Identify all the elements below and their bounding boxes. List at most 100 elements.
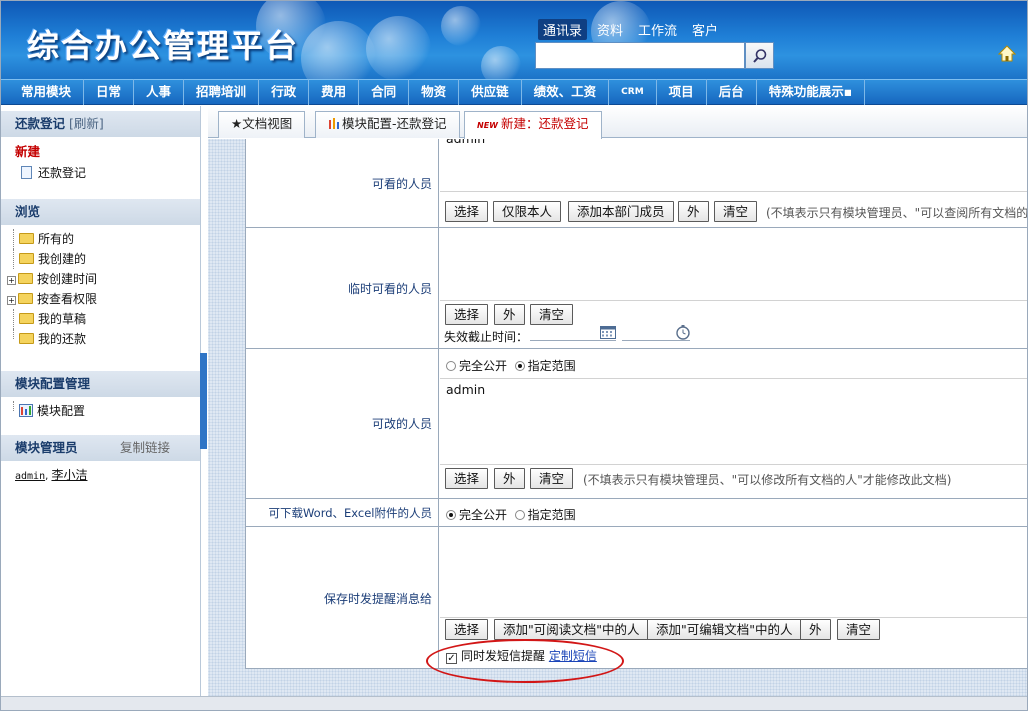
menu-common-modules[interactable]: 常用模块 (9, 79, 85, 105)
folder-icon (19, 233, 34, 244)
row-downloaders: 可下载Word、Excel附件的人员 完全公开 指定范围 (246, 499, 1027, 527)
tree-item-my-repayments[interactable]: 我的还款 (1, 329, 200, 349)
menu-crm[interactable]: CRM (609, 79, 657, 105)
search-button[interactable] (745, 42, 774, 69)
menu-performance-salary[interactable]: 绩效、工资 (522, 79, 610, 105)
clock-icon[interactable] (675, 324, 691, 340)
add-editors-button[interactable]: 添加"可编辑文档"中的人 (647, 619, 802, 640)
row-editors: 可改的人员 完全公开 指定范围 admin 选择 外 清空 (不填表示只有模块管… (246, 349, 1027, 499)
tree-item-all[interactable]: 所有的 (1, 229, 200, 249)
downloaders-radio-group: 完全公开 指定范围 (446, 506, 576, 523)
viewers-value: admin (446, 139, 485, 146)
clear-button[interactable]: 清空 (530, 304, 574, 325)
calendar-icon[interactable] (600, 325, 616, 339)
tree-item-created-by-me[interactable]: 我创建的 (1, 249, 200, 269)
menu-recruitment[interactable]: 招聘培训 (184, 79, 260, 105)
external-button[interactable]: 外 (678, 201, 709, 222)
tab-label: 新建：还款登记 (500, 116, 589, 131)
sidebar-collapse-handle[interactable] (200, 353, 207, 449)
radio-specified[interactable] (514, 361, 525, 371)
row-notify: 保存时发提醒消息给 选择 添加"可阅读文档"中的人 添加"可编辑文档"中的人 外… (246, 527, 1027, 669)
expand-icon[interactable]: + (7, 296, 16, 305)
field-label: 可下载Word、Excel附件的人员 (246, 499, 439, 526)
admins-list: admin, 李小洁 (15, 468, 88, 482)
editors-cell: 完全公开 指定范围 admin 选择 外 清空 (不填表示只有模块管理员、"可以… (440, 349, 1027, 498)
clear-button[interactable]: 清空 (714, 201, 758, 222)
editors-radio-group: 完全公开 指定范围 (446, 357, 576, 374)
decor-bubble (441, 6, 481, 46)
sidebar-item-new-repayment[interactable]: 还款登记 (1, 163, 200, 183)
temp-viewers-cell: 选择 外 清空 失效截止时间： (440, 228, 1027, 348)
add-department-button[interactable]: 添加本部门成员 (568, 201, 674, 222)
radio-label: 完全公开 (459, 359, 508, 373)
row-viewers: 可看的人员 admin 选择 仅限本人 添加本部门成员 外 清空 (不填表示只有… (246, 139, 1027, 228)
browse-section-header: 浏览 (1, 199, 200, 225)
editors-value: admin (446, 382, 486, 397)
top-nav-customers[interactable]: 客户 (687, 19, 723, 40)
clear-button[interactable]: 清空 (530, 468, 574, 489)
copy-link[interactable]: 复制链接 (120, 435, 170, 461)
radio-specified[interactable] (514, 510, 525, 520)
menu-supply-chain[interactable]: 供应链 (459, 79, 522, 105)
new-badge: NEW (477, 121, 498, 130)
top-nav-workflow[interactable]: 工作流 (633, 19, 682, 40)
decor-bubble (481, 46, 521, 79)
menu-backend[interactable]: 后台 (707, 79, 757, 105)
tab-document-view[interactable]: ★文档视图 (218, 111, 306, 138)
self-only-button[interactable]: 仅限本人 (493, 201, 562, 222)
module-config-section-header: 模块配置管理 (1, 371, 200, 397)
top-nav-documents[interactable]: 资料 (592, 19, 628, 40)
tab-module-config[interactable]: 模块配置-还款登记 (315, 111, 460, 138)
tree-item-label: 按创建时间 (37, 272, 98, 286)
clear-button[interactable]: 清空 (837, 619, 881, 640)
admin-link[interactable]: 李小洁 (51, 468, 87, 482)
folder-icon (19, 313, 34, 324)
editors-hint: (不填表示只有模块管理员、"可以修改所有文档的人"才能修改此文档) (583, 473, 952, 487)
external-button[interactable]: 外 (800, 619, 831, 640)
menu-special-features[interactable]: 特殊功能展示▪ (757, 79, 866, 105)
platform-logo: 综合办公管理平台 (27, 27, 300, 65)
select-button[interactable]: 选择 (445, 468, 489, 489)
expand-icon[interactable]: + (7, 276, 16, 285)
menu-administration[interactable]: 行政 (259, 79, 310, 105)
menu-contracts[interactable]: 合同 (359, 79, 410, 105)
menu-daily[interactable]: 日常 (84, 79, 135, 105)
expiry-label: 失效截止时间： (444, 330, 529, 344)
external-button[interactable]: 外 (494, 468, 525, 489)
select-button[interactable]: 选择 (445, 201, 489, 222)
select-button[interactable]: 选择 (445, 619, 489, 640)
tree-item-by-created-time[interactable]: + 按创建时间 (1, 269, 200, 289)
folder-icon (18, 273, 33, 284)
browse-tree: 所有的 我创建的 + 按创建时间 + 按查看权限 我的草稿 我的还款 (1, 225, 200, 349)
admin-link[interactable]: admin (15, 471, 45, 482)
menu-expenses[interactable]: 费用 (309, 79, 360, 105)
radio-public[interactable] (446, 361, 456, 371)
radio-public[interactable] (446, 510, 456, 520)
home-icon[interactable] (998, 45, 1016, 63)
sidebar-item-label: 还款登记 (38, 166, 87, 180)
tree-item-label: 所有的 (38, 232, 75, 246)
document-icon (21, 166, 32, 179)
folder-icon (18, 293, 33, 304)
select-button[interactable]: 选择 (445, 304, 489, 325)
sidebar-item-module-config[interactable]: 模块配置 (1, 401, 200, 421)
menu-hr[interactable]: 人事 (134, 79, 185, 105)
tree-item-by-view-permission[interactable]: + 按查看权限 (1, 289, 200, 309)
tree-item-label: 我的草稿 (38, 312, 87, 326)
top-nav-contacts[interactable]: 通讯录 (538, 19, 588, 40)
field-label: 临时可看的人员 (246, 228, 439, 348)
radio-label: 指定范围 (527, 359, 576, 373)
search-icon (752, 48, 766, 63)
search-input[interactable] (535, 42, 745, 69)
tree-item-my-drafts[interactable]: 我的草稿 (1, 309, 200, 329)
menu-projects[interactable]: 项目 (657, 79, 707, 105)
tab-bar: ★文档视图 模块配置-还款登记 NEW 新建：还款登记 (208, 106, 1027, 139)
add-readers-button[interactable]: 添加"可阅读文档"中的人 (494, 619, 649, 640)
menu-materials[interactable]: 物资 (409, 79, 460, 105)
sidebar: 还款登记 [刷新] 新建 还款登记 浏览 所有的 我创建的 + 按创建时间 + 按查看… (1, 106, 201, 696)
external-button[interactable]: 外 (494, 304, 525, 325)
folder-icon (19, 253, 34, 264)
radio-label: 完全公开 (459, 508, 508, 522)
refresh-link[interactable]: [刷新] (69, 116, 104, 131)
tab-new-repayment[interactable]: NEW 新建：还款登记 (464, 111, 602, 139)
